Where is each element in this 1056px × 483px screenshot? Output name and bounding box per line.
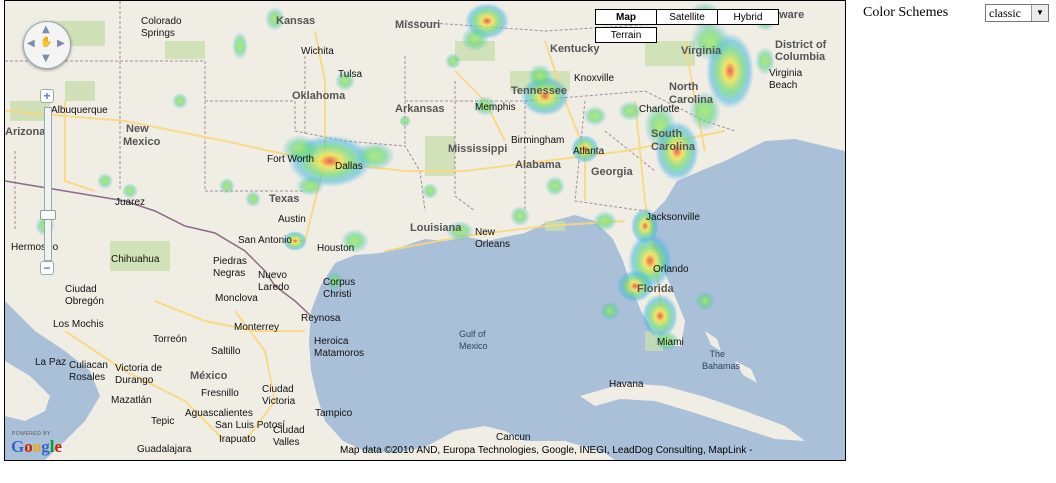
google-logo[interactable]: Google	[11, 437, 62, 457]
color-scheme-select-value: classic	[989, 6, 1021, 20]
zoom-slider-track[interactable]	[44, 107, 52, 261]
map-type-terrain-button[interactable]: Terrain	[595, 27, 657, 43]
map-type-map-button[interactable]: Map	[595, 9, 657, 25]
pan-down-icon[interactable]: ▼	[42, 53, 50, 64]
chevron-down-icon[interactable]: ▼	[1031, 5, 1048, 21]
pan-up-icon[interactable]: ▲	[42, 24, 50, 35]
map-attribution: Map data ©2010 AND, Europa Technologies,…	[340, 445, 753, 456]
pan-left-icon[interactable]: ◀	[27, 38, 35, 49]
pan-control[interactable]: ▲ ◀ ▶ ▼ ✋	[23, 21, 71, 69]
color-schemes-label: Color Schemes	[863, 5, 949, 20]
map-type-hybrid-button[interactable]: Hybrid	[717, 9, 779, 25]
map-base-layer	[5, 1, 845, 460]
color-scheme-select[interactable]: classic ▼	[985, 4, 1049, 22]
map-canvas[interactable]: Kansas Missouri Kentucky Virginia Oklaho…	[4, 0, 846, 461]
zoom-slider-handle[interactable]	[40, 210, 56, 220]
map-type-satellite-button[interactable]: Satellite	[656, 9, 718, 25]
pan-right-icon[interactable]: ▶	[57, 38, 65, 49]
zoom-in-button[interactable]: +	[40, 89, 54, 103]
zoom-out-button[interactable]: −	[40, 261, 54, 275]
hand-icon[interactable]: ✋	[40, 37, 52, 48]
